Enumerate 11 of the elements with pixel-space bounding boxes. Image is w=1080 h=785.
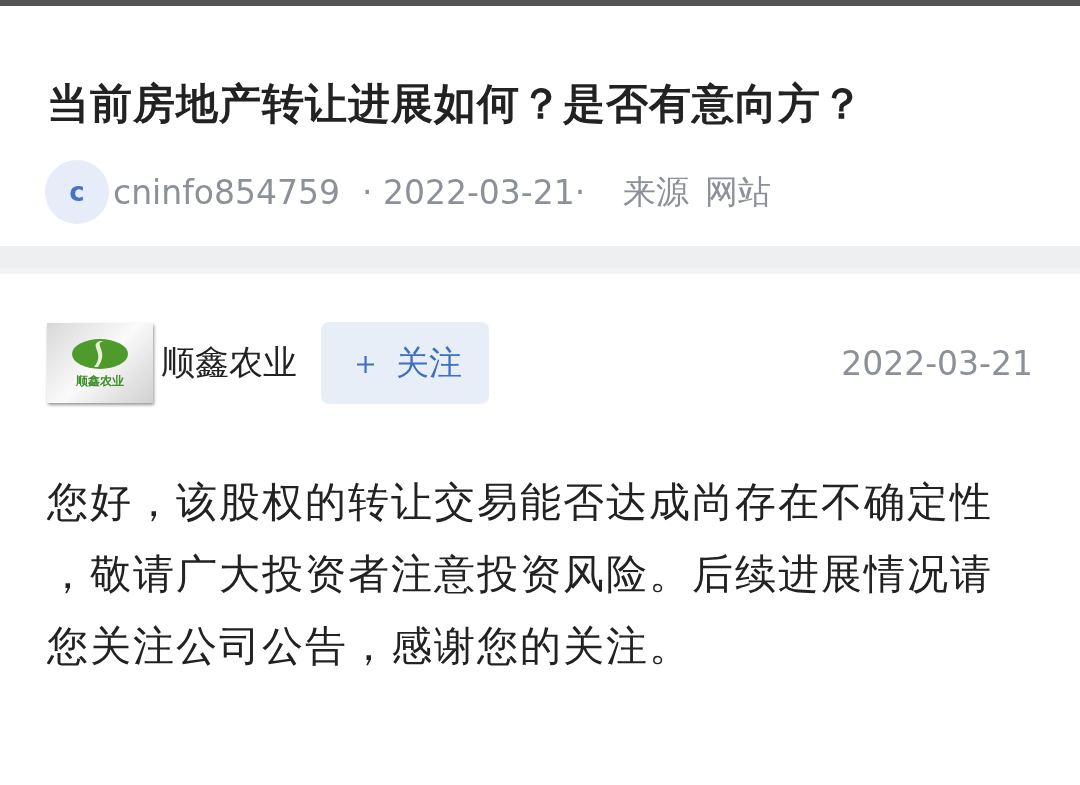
answer-date: 2022-03-21: [841, 343, 1033, 383]
question-date: · 2022-03-21·: [361, 172, 586, 212]
company-logo: 顺鑫农业: [47, 323, 153, 403]
source-label: 来源: [623, 170, 690, 213]
follow-button[interactable]: ＋ 关注: [321, 322, 489, 404]
company-name: 顺鑫农业: [161, 341, 297, 384]
user-avatar: c: [45, 160, 109, 224]
question-title: 当前房地产转让进展如何？是否有意向方？: [46, 78, 865, 130]
user-name: cninfo854759: [113, 172, 340, 212]
answer-text: 您好，该股权的转让交易能否达成尚存在不确定性 ，敬请广大投资者注意投资风险。后续进展情况请 您关注公司公告，感谢您的关注。: [47, 477, 994, 672]
source-value: 网站: [705, 170, 772, 213]
